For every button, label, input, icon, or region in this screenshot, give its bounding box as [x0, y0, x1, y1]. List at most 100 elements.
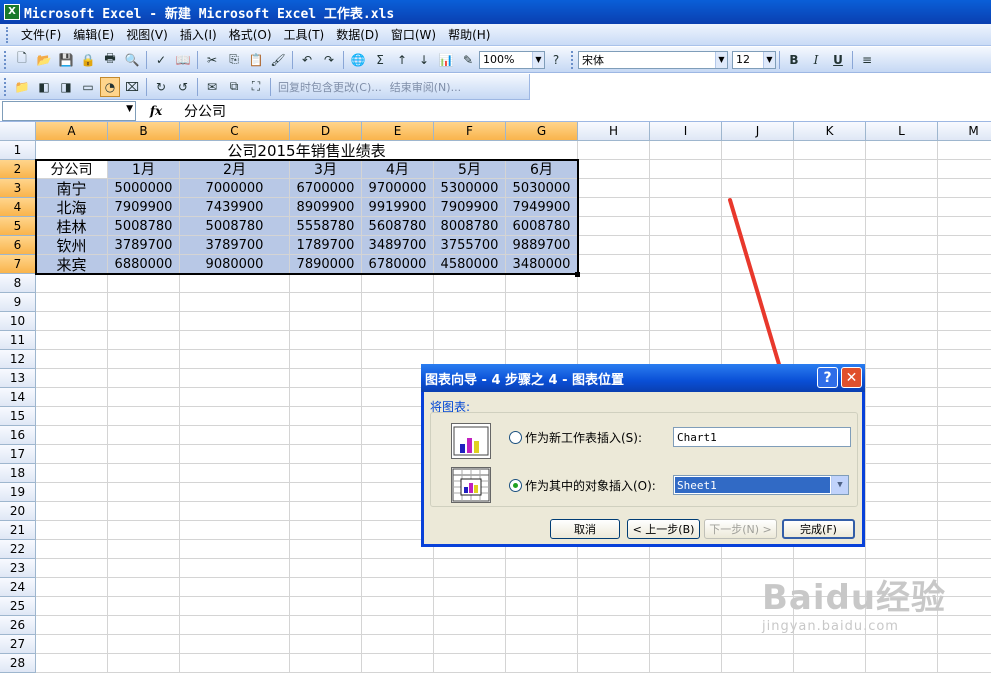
row-header-5[interactable]: 5	[0, 217, 36, 236]
sort-ascending-icon[interactable]: ↑	[392, 50, 412, 70]
save-icon[interactable]: 💾	[56, 50, 76, 70]
cancel-button[interactable]: 取消	[550, 519, 620, 539]
cell-l20[interactable]	[866, 502, 938, 521]
help-icon[interactable]: ?	[546, 50, 566, 70]
data-cell-e6[interactable]: 3489700	[362, 236, 434, 255]
header-cell-b2[interactable]: 1月	[108, 160, 180, 179]
cell-c28[interactable]	[180, 654, 290, 673]
cell-a12[interactable]	[36, 350, 108, 369]
bold-button[interactable]: B	[784, 50, 804, 70]
cell-f8[interactable]	[434, 274, 506, 293]
cell-k1[interactable]	[794, 141, 866, 160]
cell-e28[interactable]	[362, 654, 434, 673]
cell-k28[interactable]	[794, 654, 866, 673]
print-icon[interactable]: 🖶	[100, 50, 120, 70]
cell-f9[interactable]	[434, 293, 506, 312]
row-header-23[interactable]: 23	[0, 559, 36, 578]
data-cell-d4[interactable]: 8909900	[290, 198, 362, 217]
cell-l16[interactable]	[866, 426, 938, 445]
cell-i23[interactable]	[650, 559, 722, 578]
cut-icon[interactable]: ✂	[202, 50, 222, 70]
cell-h10[interactable]	[578, 312, 650, 331]
column-header-i[interactable]: I	[650, 122, 722, 141]
show-comment-icon[interactable]: ▭	[78, 77, 98, 97]
cell-c21[interactable]	[180, 521, 290, 540]
cell-a17[interactable]	[36, 445, 108, 464]
column-header-c[interactable]: C	[180, 122, 290, 141]
cell-d9[interactable]	[290, 293, 362, 312]
cell-m4[interactable]	[938, 198, 991, 217]
cell-m17[interactable]	[938, 445, 991, 464]
cell-b14[interactable]	[108, 388, 180, 407]
cell-h26[interactable]	[578, 616, 650, 635]
data-cell-a4[interactable]: 北海	[36, 198, 108, 217]
cell-e27[interactable]	[362, 635, 434, 654]
cell-b20[interactable]	[108, 502, 180, 521]
column-header-b[interactable]: B	[108, 122, 180, 141]
spelling-icon[interactable]: ✓	[151, 50, 171, 70]
cell-k27[interactable]	[794, 635, 866, 654]
cell-d15[interactable]	[290, 407, 362, 426]
cell-b26[interactable]	[108, 616, 180, 635]
format-painter-icon[interactable]: 🖌	[268, 50, 288, 70]
cell-b23[interactable]	[108, 559, 180, 578]
insert-function-icon[interactable]: fx	[136, 104, 176, 118]
row-header-16[interactable]: 16	[0, 426, 36, 445]
data-cell-e5[interactable]: 5608780	[362, 217, 434, 236]
end-review-button[interactable]: 结束审阅(N)...	[386, 79, 465, 95]
cell-d17[interactable]	[290, 445, 362, 464]
cell-l18[interactable]	[866, 464, 938, 483]
cell-g10[interactable]	[506, 312, 578, 331]
cell-d11[interactable]	[290, 331, 362, 350]
cell-a16[interactable]	[36, 426, 108, 445]
cell-h27[interactable]	[578, 635, 650, 654]
row-header-7[interactable]: 7	[0, 255, 36, 274]
cell-c19[interactable]	[180, 483, 290, 502]
open-icon[interactable]: 📂	[34, 50, 54, 70]
row-header-28[interactable]: 28	[0, 654, 36, 673]
header-cell-f2[interactable]: 5月	[434, 160, 506, 179]
row-header-6[interactable]: 6	[0, 236, 36, 255]
data-cell-c6[interactable]: 3789700	[180, 236, 290, 255]
header-cell-e2[interactable]: 4月	[362, 160, 434, 179]
cell-l12[interactable]	[866, 350, 938, 369]
align-left-icon[interactable]: ≡	[857, 50, 877, 70]
object-sheet-select[interactable]: Sheet1 ▼	[673, 475, 849, 495]
cell-e25[interactable]	[362, 597, 434, 616]
data-cell-c5[interactable]: 5008780	[180, 217, 290, 236]
cell-b11[interactable]	[108, 331, 180, 350]
cell-m9[interactable]	[938, 293, 991, 312]
row-header-27[interactable]: 27	[0, 635, 36, 654]
cell-j27[interactable]	[722, 635, 794, 654]
name-box[interactable]: ▼	[2, 100, 136, 121]
protect-icon[interactable]: ⛶	[246, 77, 266, 97]
cell-k2[interactable]	[794, 160, 866, 179]
column-header-d[interactable]: D	[290, 122, 362, 141]
data-cell-b3[interactable]: 5000000	[108, 179, 180, 198]
row-header-26[interactable]: 26	[0, 616, 36, 635]
header-cell-d2[interactable]: 3月	[290, 160, 362, 179]
row-header-18[interactable]: 18	[0, 464, 36, 483]
autosum-icon[interactable]: Σ	[370, 50, 390, 70]
cell-l6[interactable]	[866, 236, 938, 255]
copy-icon[interactable]: ⎘	[224, 50, 244, 70]
cell-d10[interactable]	[290, 312, 362, 331]
cell-c9[interactable]	[180, 293, 290, 312]
cell-b28[interactable]	[108, 654, 180, 673]
cell-m6[interactable]	[938, 236, 991, 255]
data-cell-f5[interactable]: 8008780	[434, 217, 506, 236]
cell-c13[interactable]	[180, 369, 290, 388]
cell-d16[interactable]	[290, 426, 362, 445]
data-cell-a6[interactable]: 钦州	[36, 236, 108, 255]
cell-c26[interactable]	[180, 616, 290, 635]
cell-j28[interactable]	[722, 654, 794, 673]
research-icon[interactable]: 📖	[173, 50, 193, 70]
cell-e10[interactable]	[362, 312, 434, 331]
header-cell-c2[interactable]: 2月	[180, 160, 290, 179]
cell-a20[interactable]	[36, 502, 108, 521]
row-header-12[interactable]: 12	[0, 350, 36, 369]
cell-a15[interactable]	[36, 407, 108, 426]
cell-i25[interactable]	[650, 597, 722, 616]
cell-m13[interactable]	[938, 369, 991, 388]
cell-m21[interactable]	[938, 521, 991, 540]
